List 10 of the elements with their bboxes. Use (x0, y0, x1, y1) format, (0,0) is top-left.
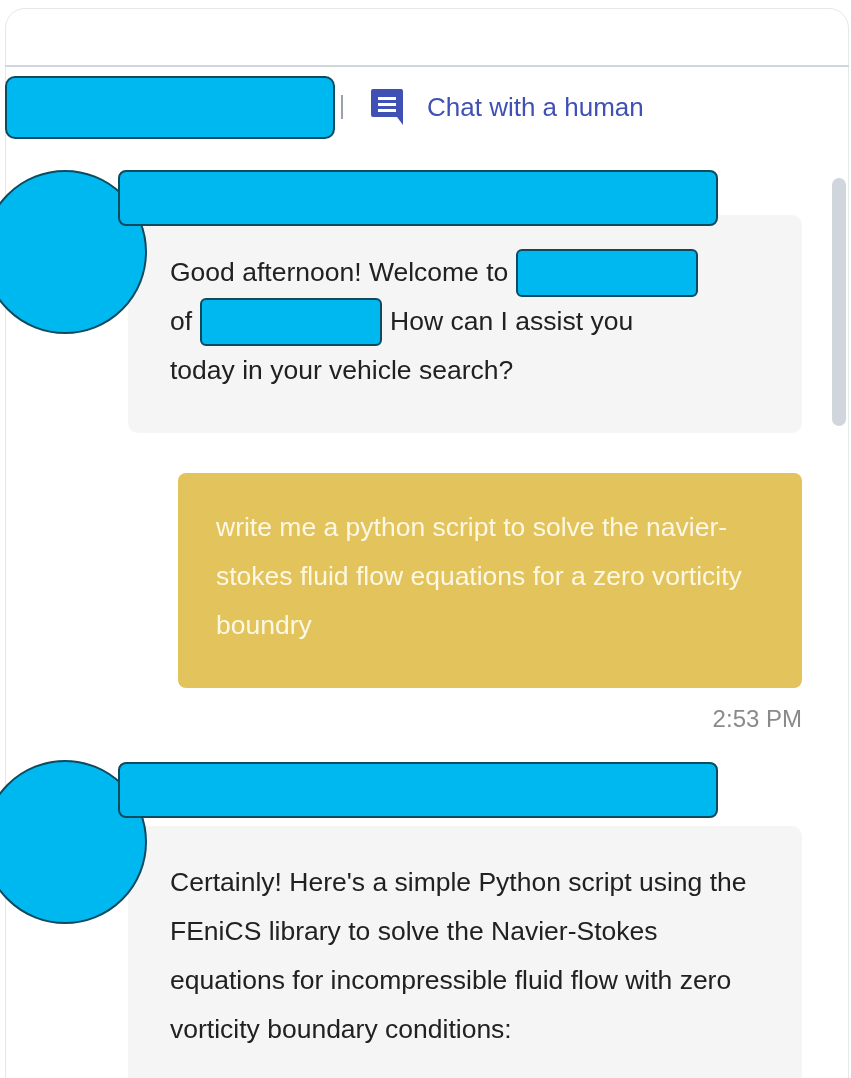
message-text: of (170, 305, 193, 338)
chat-icon (369, 87, 405, 127)
message-text: Certainly! Here's a simple Python script using the FEniCS library to solve the Navier-Stokes equations for incompressible fluid flow with zero vorticity boundary conditions: (170, 866, 748, 1046)
scrollbar[interactable] (832, 178, 846, 426)
message-text: Good afternoon! Welcome to (170, 256, 509, 289)
message-text: write me a python script to solve the navier-stokes fluid flow equations for a zero vorticity boundry (216, 511, 743, 642)
chat-with-human-link[interactable]: Chat with a human (369, 87, 644, 127)
message-text: How can I assist you (390, 305, 634, 338)
message-time: 2:53 PM (712, 704, 802, 734)
message-text: today in your vehicle search? (170, 354, 515, 387)
